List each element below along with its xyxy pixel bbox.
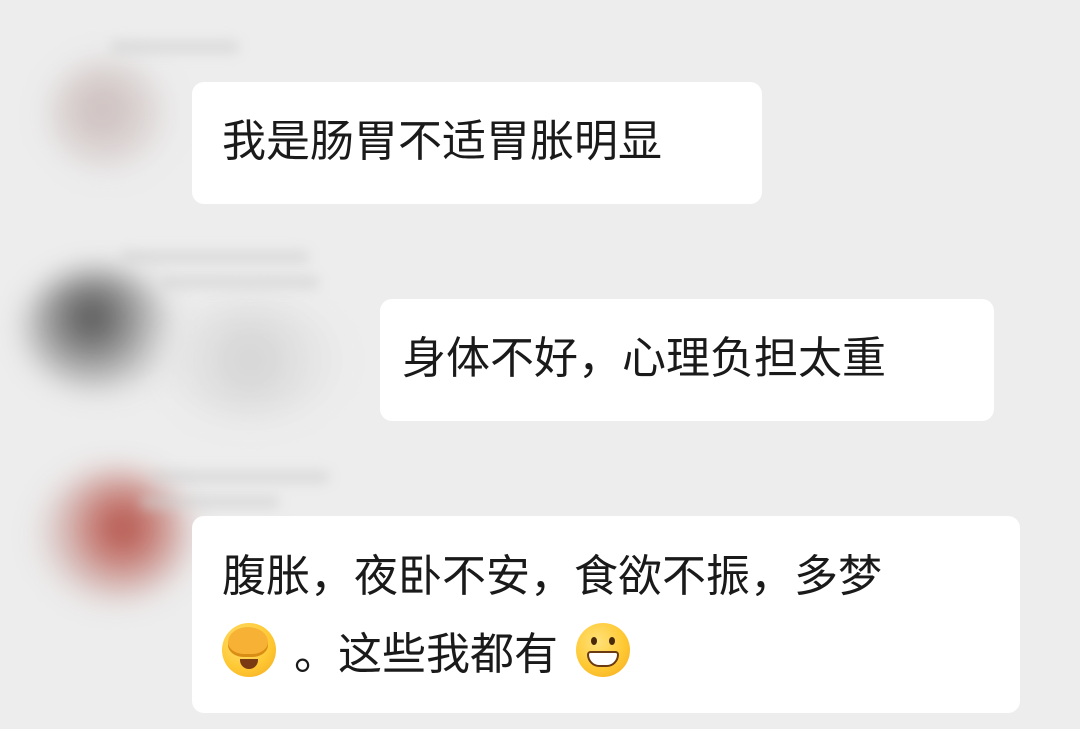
avatar-2[interactable] [24, 270, 174, 390]
message-bubble[interactable]: 腹胀，夜卧不安，食欲不振，多梦 。这些我都有 [192, 516, 1020, 713]
message-line: 。这些我都有 [222, 616, 1020, 694]
blur-streak [120, 250, 310, 264]
message-text: 。这些我都有 [294, 629, 558, 680]
message-text: 身体不好，心理负担太重 [402, 333, 886, 384]
grinning-teeth-emoji-icon [576, 623, 630, 677]
blur-streak [110, 40, 240, 54]
message-text: 我是肠胃不适胃胀明显 [222, 116, 662, 167]
message-bubble[interactable]: 我是肠胃不适胃胀明显 [192, 82, 762, 204]
message-line: 腹胀，夜卧不安，食欲不振，多梦 [222, 538, 1020, 616]
message-text: 腹胀，夜卧不安，食欲不振，多梦 [222, 551, 882, 602]
chat-conversation: 我是肠胃不适胃胀明显 身体不好，心理负担太重 腹胀，夜卧不安，食欲不振，多梦 。… [0, 0, 1080, 729]
avatar-4[interactable] [40, 470, 190, 600]
blur-streak [150, 470, 330, 484]
avatar-3[interactable] [160, 300, 340, 420]
blur-streak [140, 495, 280, 509]
blur-streak [160, 275, 320, 289]
facepalm-crying-emoji-icon [222, 623, 276, 677]
avatar-1[interactable] [48, 60, 168, 170]
message-bubble[interactable]: 身体不好，心理负担太重 [380, 299, 994, 421]
